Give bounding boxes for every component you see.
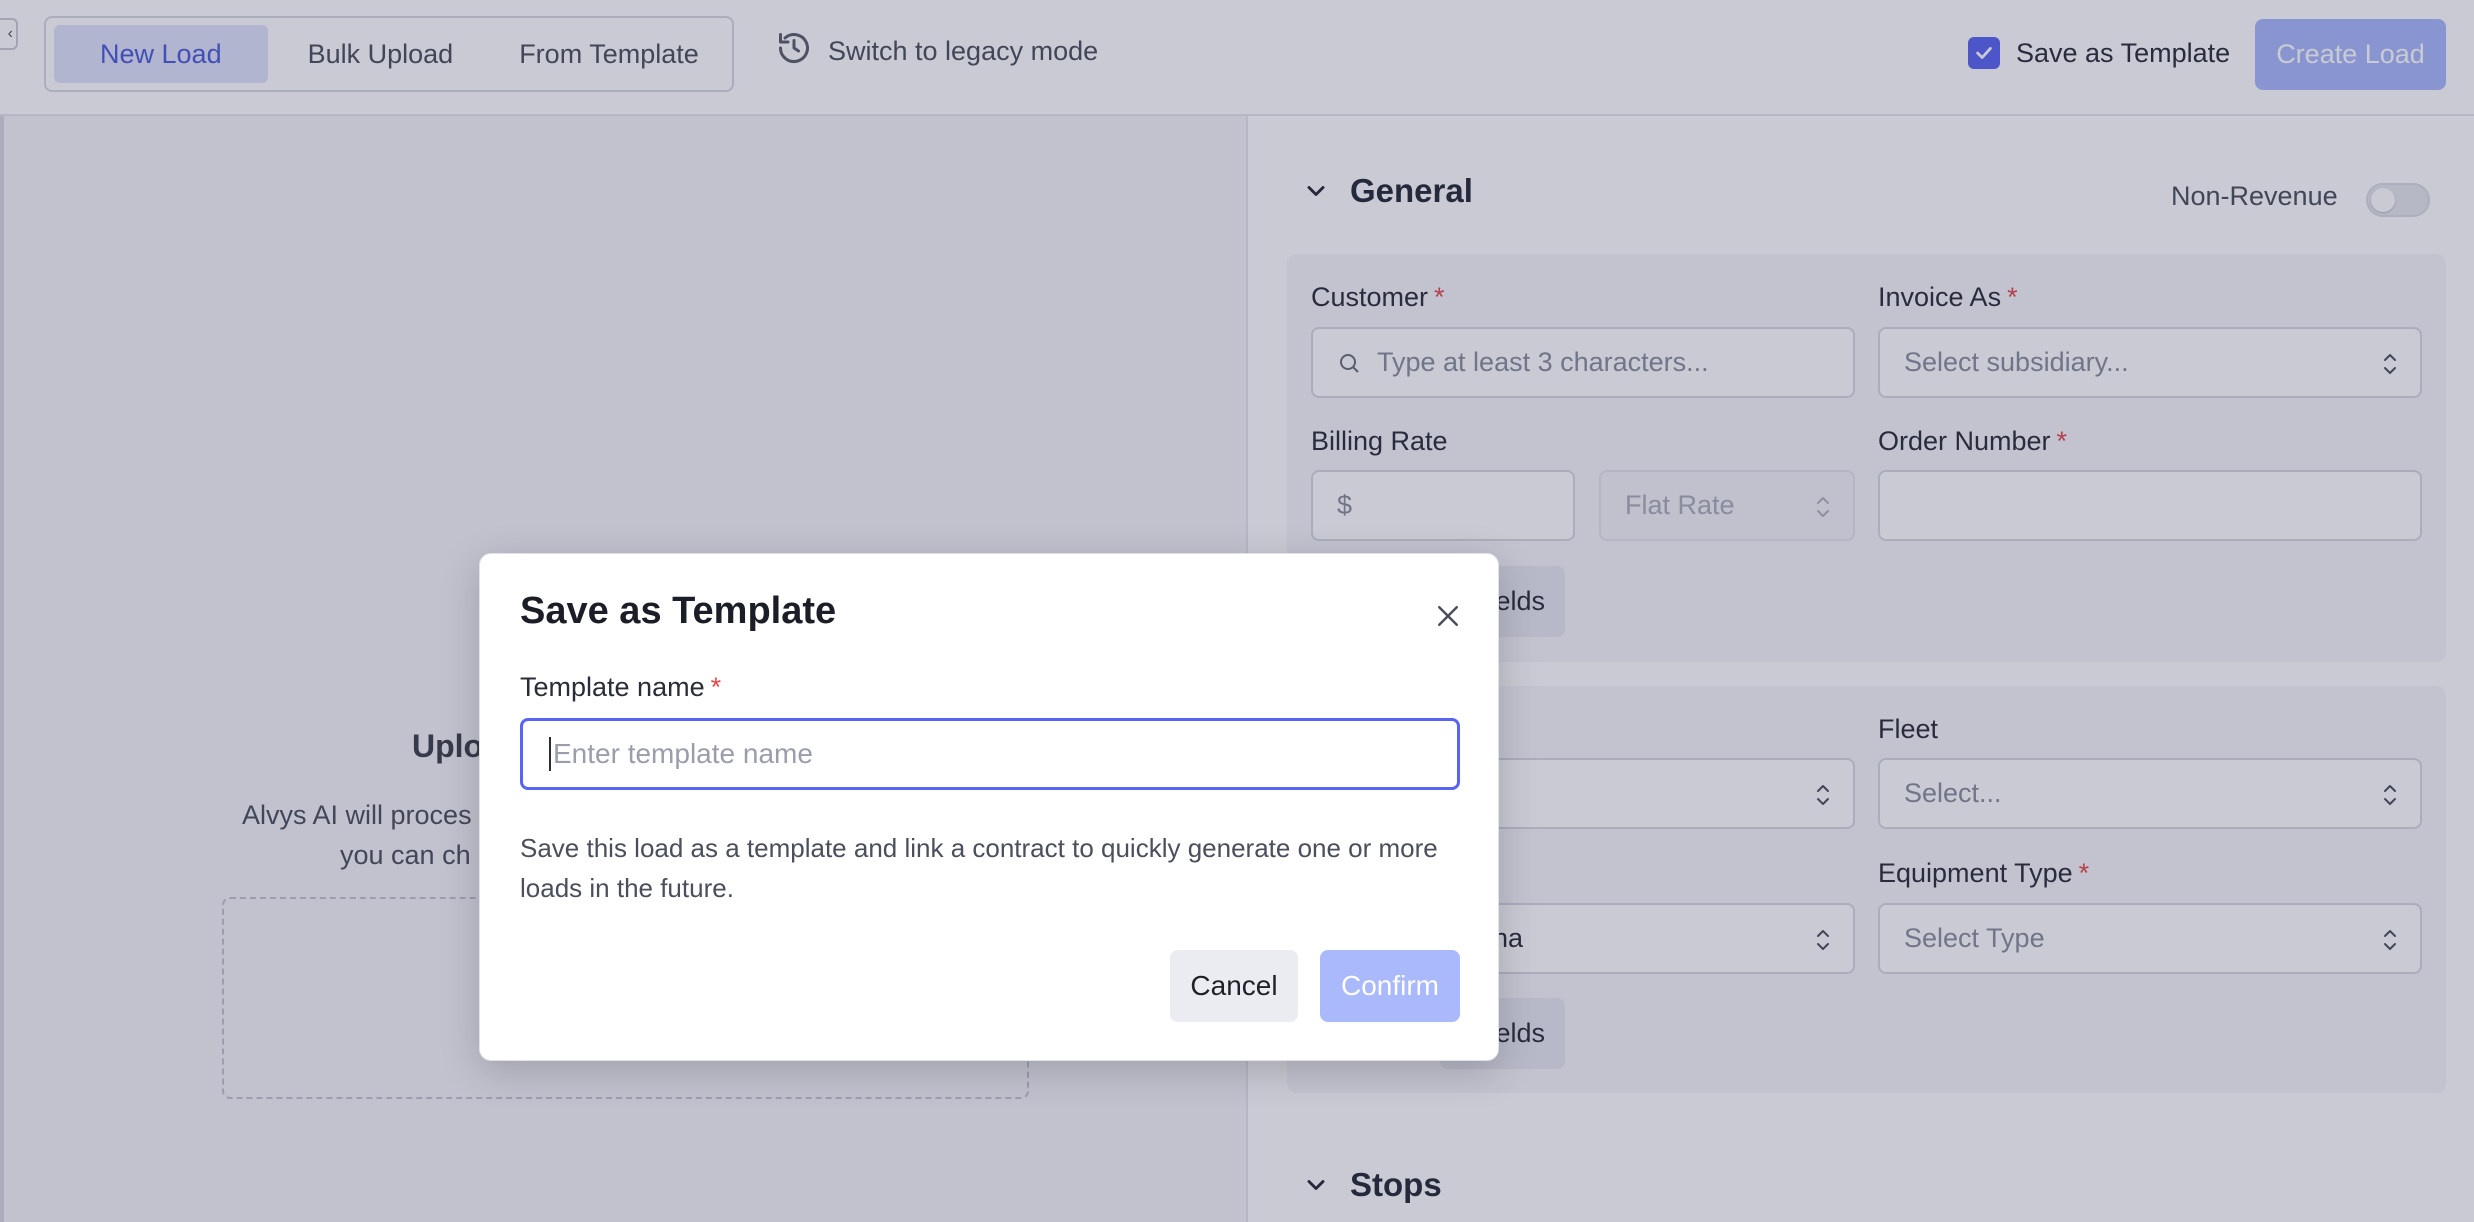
template-name-label: Template name * <box>520 672 722 702</box>
close-icon <box>1438 606 1458 626</box>
close-button[interactable] <box>1426 594 1470 638</box>
text-caret <box>549 737 551 771</box>
template-name-placeholder: Enter template name <box>553 738 813 769</box>
template-name-input[interactable]: Enter template name <box>520 718 1460 790</box>
save-template-dialog: Save as Template Template name * Enter te… <box>479 553 1499 1061</box>
confirm-button[interactable]: Confirm <box>1320 950 1460 1022</box>
cancel-button[interactable]: Cancel <box>1170 950 1298 1022</box>
dialog-title: Save as Template <box>520 590 837 632</box>
dialog-description: Save this load as a template and link a … <box>520 833 1438 903</box>
